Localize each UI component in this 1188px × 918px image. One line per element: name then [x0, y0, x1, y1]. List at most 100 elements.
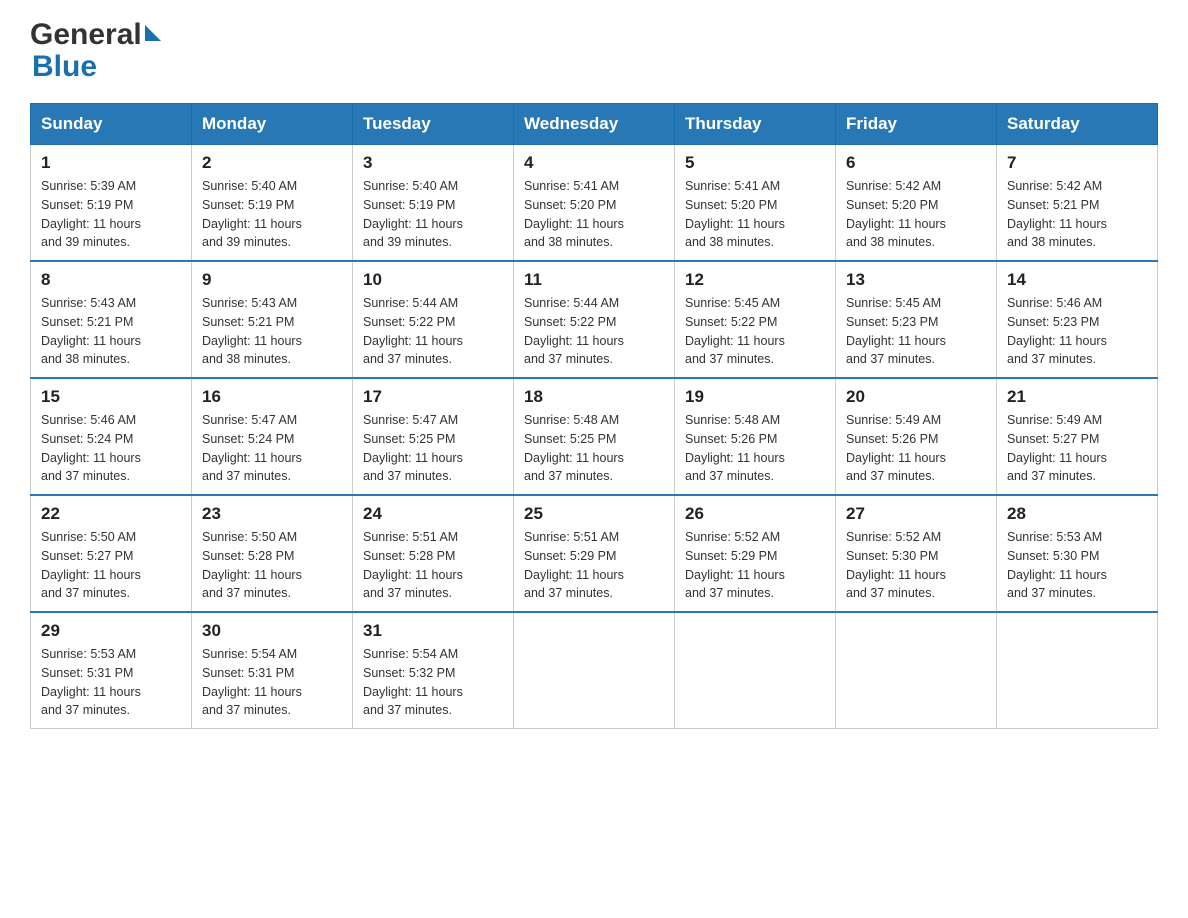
day-info: Sunrise: 5:41 AMSunset: 5:20 PMDaylight:… [524, 177, 664, 252]
day-info: Sunrise: 5:42 AMSunset: 5:21 PMDaylight:… [1007, 177, 1147, 252]
day-number: 7 [1007, 153, 1147, 173]
day-number: 12 [685, 270, 825, 290]
day-info: Sunrise: 5:44 AMSunset: 5:22 PMDaylight:… [524, 294, 664, 369]
day-number: 3 [363, 153, 503, 173]
day-number: 1 [41, 153, 181, 173]
day-info: Sunrise: 5:45 AMSunset: 5:23 PMDaylight:… [846, 294, 986, 369]
calendar-cell: 21 Sunrise: 5:49 AMSunset: 5:27 PMDaylig… [997, 378, 1158, 495]
day-number: 4 [524, 153, 664, 173]
day-number: 15 [41, 387, 181, 407]
weekday-header-thursday: Thursday [675, 104, 836, 145]
day-number: 22 [41, 504, 181, 524]
calendar-cell: 13 Sunrise: 5:45 AMSunset: 5:23 PMDaylig… [836, 261, 997, 378]
day-number: 21 [1007, 387, 1147, 407]
calendar-cell: 31 Sunrise: 5:54 AMSunset: 5:32 PMDaylig… [353, 612, 514, 729]
calendar-table: SundayMondayTuesdayWednesdayThursdayFrid… [30, 103, 1158, 729]
calendar-body: 1 Sunrise: 5:39 AMSunset: 5:19 PMDayligh… [31, 145, 1158, 729]
day-info: Sunrise: 5:51 AMSunset: 5:29 PMDaylight:… [524, 528, 664, 603]
day-info: Sunrise: 5:52 AMSunset: 5:29 PMDaylight:… [685, 528, 825, 603]
day-info: Sunrise: 5:48 AMSunset: 5:25 PMDaylight:… [524, 411, 664, 486]
calendar-week-row: 1 Sunrise: 5:39 AMSunset: 5:19 PMDayligh… [31, 145, 1158, 262]
calendar-cell: 19 Sunrise: 5:48 AMSunset: 5:26 PMDaylig… [675, 378, 836, 495]
calendar-cell: 16 Sunrise: 5:47 AMSunset: 5:24 PMDaylig… [192, 378, 353, 495]
day-number: 18 [524, 387, 664, 407]
day-number: 28 [1007, 504, 1147, 524]
weekday-header-wednesday: Wednesday [514, 104, 675, 145]
calendar-cell [514, 612, 675, 729]
calendar-cell: 7 Sunrise: 5:42 AMSunset: 5:21 PMDayligh… [997, 145, 1158, 262]
calendar-week-row: 29 Sunrise: 5:53 AMSunset: 5:31 PMDaylig… [31, 612, 1158, 729]
day-info: Sunrise: 5:46 AMSunset: 5:24 PMDaylight:… [41, 411, 181, 486]
day-number: 23 [202, 504, 342, 524]
day-number: 11 [524, 270, 664, 290]
weekday-header-saturday: Saturday [997, 104, 1158, 145]
calendar-cell: 12 Sunrise: 5:45 AMSunset: 5:22 PMDaylig… [675, 261, 836, 378]
calendar-cell: 28 Sunrise: 5:53 AMSunset: 5:30 PMDaylig… [997, 495, 1158, 612]
calendar-cell: 2 Sunrise: 5:40 AMSunset: 5:19 PMDayligh… [192, 145, 353, 262]
day-info: Sunrise: 5:54 AMSunset: 5:32 PMDaylight:… [363, 645, 503, 720]
day-info: Sunrise: 5:41 AMSunset: 5:20 PMDaylight:… [685, 177, 825, 252]
weekday-header-sunday: Sunday [31, 104, 192, 145]
calendar-cell [997, 612, 1158, 729]
day-number: 29 [41, 621, 181, 641]
day-number: 17 [363, 387, 503, 407]
calendar-cell: 11 Sunrise: 5:44 AMSunset: 5:22 PMDaylig… [514, 261, 675, 378]
day-info: Sunrise: 5:43 AMSunset: 5:21 PMDaylight:… [202, 294, 342, 369]
calendar-cell: 9 Sunrise: 5:43 AMSunset: 5:21 PMDayligh… [192, 261, 353, 378]
calendar-cell: 20 Sunrise: 5:49 AMSunset: 5:26 PMDaylig… [836, 378, 997, 495]
day-info: Sunrise: 5:52 AMSunset: 5:30 PMDaylight:… [846, 528, 986, 603]
day-number: 27 [846, 504, 986, 524]
calendar-week-row: 15 Sunrise: 5:46 AMSunset: 5:24 PMDaylig… [31, 378, 1158, 495]
day-number: 31 [363, 621, 503, 641]
calendar-cell: 29 Sunrise: 5:53 AMSunset: 5:31 PMDaylig… [31, 612, 192, 729]
calendar-week-row: 8 Sunrise: 5:43 AMSunset: 5:21 PMDayligh… [31, 261, 1158, 378]
day-info: Sunrise: 5:40 AMSunset: 5:19 PMDaylight:… [202, 177, 342, 252]
day-number: 2 [202, 153, 342, 173]
day-info: Sunrise: 5:47 AMSunset: 5:24 PMDaylight:… [202, 411, 342, 486]
day-info: Sunrise: 5:46 AMSunset: 5:23 PMDaylight:… [1007, 294, 1147, 369]
day-number: 25 [524, 504, 664, 524]
calendar-cell: 18 Sunrise: 5:48 AMSunset: 5:25 PMDaylig… [514, 378, 675, 495]
day-info: Sunrise: 5:43 AMSunset: 5:21 PMDaylight:… [41, 294, 181, 369]
calendar-cell: 3 Sunrise: 5:40 AMSunset: 5:19 PMDayligh… [353, 145, 514, 262]
day-info: Sunrise: 5:51 AMSunset: 5:28 PMDaylight:… [363, 528, 503, 603]
calendar-cell [836, 612, 997, 729]
calendar-cell: 4 Sunrise: 5:41 AMSunset: 5:20 PMDayligh… [514, 145, 675, 262]
calendar-cell: 8 Sunrise: 5:43 AMSunset: 5:21 PMDayligh… [31, 261, 192, 378]
day-info: Sunrise: 5:48 AMSunset: 5:26 PMDaylight:… [685, 411, 825, 486]
weekday-header-tuesday: Tuesday [353, 104, 514, 145]
calendar-cell: 27 Sunrise: 5:52 AMSunset: 5:30 PMDaylig… [836, 495, 997, 612]
page-header: General Blue [30, 20, 1158, 83]
calendar-cell: 5 Sunrise: 5:41 AMSunset: 5:20 PMDayligh… [675, 145, 836, 262]
calendar-cell: 14 Sunrise: 5:46 AMSunset: 5:23 PMDaylig… [997, 261, 1158, 378]
day-info: Sunrise: 5:54 AMSunset: 5:31 PMDaylight:… [202, 645, 342, 720]
calendar-cell [675, 612, 836, 729]
day-number: 8 [41, 270, 181, 290]
calendar-cell: 1 Sunrise: 5:39 AMSunset: 5:19 PMDayligh… [31, 145, 192, 262]
day-number: 9 [202, 270, 342, 290]
calendar-cell: 23 Sunrise: 5:50 AMSunset: 5:28 PMDaylig… [192, 495, 353, 612]
calendar-cell: 6 Sunrise: 5:42 AMSunset: 5:20 PMDayligh… [836, 145, 997, 262]
day-number: 20 [846, 387, 986, 407]
day-info: Sunrise: 5:49 AMSunset: 5:27 PMDaylight:… [1007, 411, 1147, 486]
day-info: Sunrise: 5:42 AMSunset: 5:20 PMDaylight:… [846, 177, 986, 252]
day-number: 14 [1007, 270, 1147, 290]
calendar-cell: 17 Sunrise: 5:47 AMSunset: 5:25 PMDaylig… [353, 378, 514, 495]
logo-general: General [30, 20, 161, 50]
day-info: Sunrise: 5:53 AMSunset: 5:30 PMDaylight:… [1007, 528, 1147, 603]
day-number: 13 [846, 270, 986, 290]
day-info: Sunrise: 5:50 AMSunset: 5:27 PMDaylight:… [41, 528, 181, 603]
day-number: 30 [202, 621, 342, 641]
day-number: 6 [846, 153, 986, 173]
logo-content: General Blue [30, 20, 161, 83]
calendar-header: SundayMondayTuesdayWednesdayThursdayFrid… [31, 104, 1158, 145]
day-info: Sunrise: 5:40 AMSunset: 5:19 PMDaylight:… [363, 177, 503, 252]
day-info: Sunrise: 5:44 AMSunset: 5:22 PMDaylight:… [363, 294, 503, 369]
weekday-header-row: SundayMondayTuesdayWednesdayThursdayFrid… [31, 104, 1158, 145]
calendar-cell: 15 Sunrise: 5:46 AMSunset: 5:24 PMDaylig… [31, 378, 192, 495]
weekday-header-friday: Friday [836, 104, 997, 145]
day-number: 5 [685, 153, 825, 173]
calendar-cell: 10 Sunrise: 5:44 AMSunset: 5:22 PMDaylig… [353, 261, 514, 378]
day-info: Sunrise: 5:45 AMSunset: 5:22 PMDaylight:… [685, 294, 825, 369]
day-info: Sunrise: 5:53 AMSunset: 5:31 PMDaylight:… [41, 645, 181, 720]
